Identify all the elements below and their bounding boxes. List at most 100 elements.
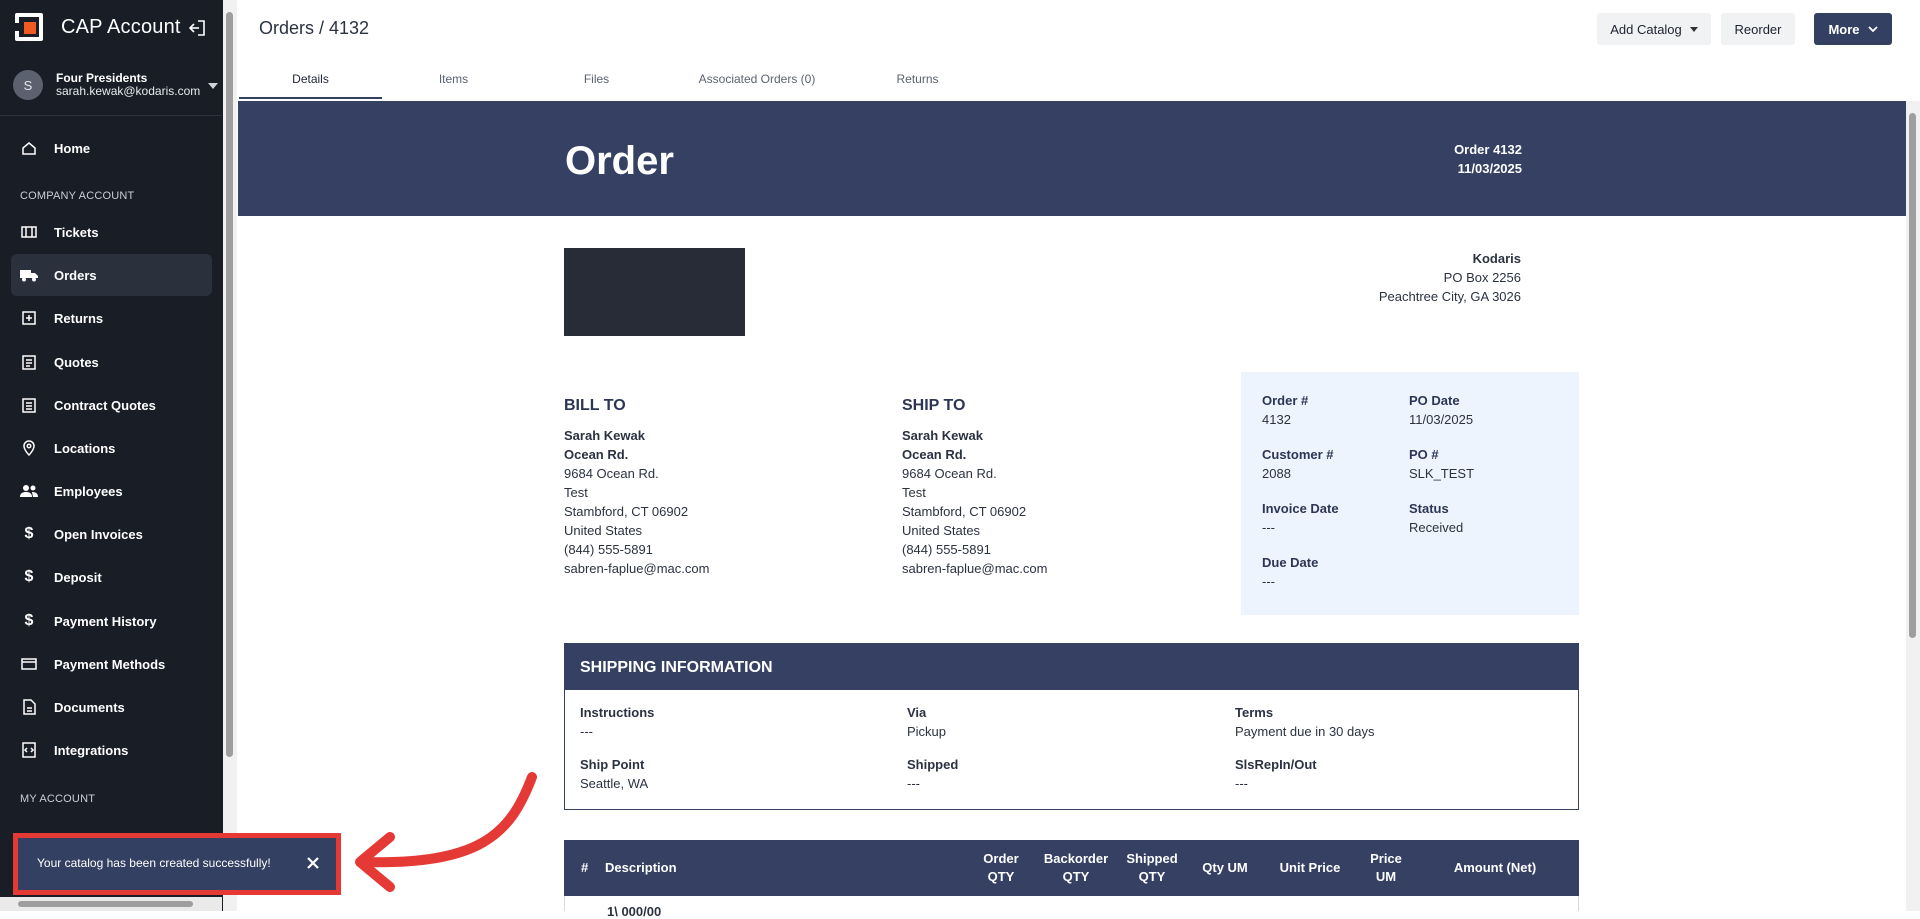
sidebar-scrollbar[interactable]	[223, 0, 237, 911]
column-header: Order QTY	[983, 851, 1019, 884]
bill-to-heading: BILL TO	[564, 397, 626, 414]
table-row[interactable]: 1\ 000/00	[564, 896, 1579, 919]
field-label: Shipped	[907, 757, 959, 772]
section-company-account: COMPANY ACCOUNT	[20, 190, 135, 202]
field-label: Ship Point	[580, 757, 645, 772]
main-content: Orders / 4132 Add Catalog Reorder More D…	[237, 0, 1920, 919]
field-value: ---	[1235, 776, 1248, 791]
field-value: ---	[580, 724, 593, 739]
slsrep-field: SlsRepIn/Out ---	[1235, 755, 1317, 793]
sidebar-item-label: Employees	[54, 483, 123, 499]
field-label: PO Date	[1409, 393, 1460, 408]
sidebar: CAP Account S Four Presidents sarah.kewa…	[0, 0, 223, 911]
section-my-account: MY ACCOUNT	[20, 793, 96, 805]
field-label: Instructions	[580, 705, 655, 720]
sidebar-item-open-invoices[interactable]: $ Open Invoices	[11, 513, 212, 555]
ticket-icon	[20, 223, 38, 241]
truck-icon	[20, 266, 38, 284]
sidebar-item-employees[interactable]: Employees	[11, 470, 212, 512]
field-label: PO #	[1409, 447, 1439, 462]
code-file-icon	[20, 741, 38, 759]
avatar: S	[13, 70, 43, 100]
dollar-icon: $	[24, 568, 34, 585]
row-description: 1\ 000/00	[607, 904, 662, 919]
toast-message: Your catalog has been created successful…	[37, 856, 271, 870]
sidebar-item-label: Open Invoices	[54, 526, 143, 542]
ship-to: SHIP TO Sarah Kewak Ocean Rd. 9684 Ocean…	[902, 396, 1047, 578]
sidebar-item-contract-quotes[interactable]: Contract Quotes	[11, 384, 212, 426]
field-value: Seattle, WA	[580, 776, 649, 791]
document-icon	[20, 698, 38, 716]
scrollbar-thumb[interactable]	[1909, 113, 1916, 638]
field-label: Customer #	[1262, 447, 1334, 462]
scrollbar-thumb[interactable]	[226, 12, 233, 757]
field-value: 11/03/2025	[1409, 412, 1474, 427]
column-header: Price UM	[1370, 851, 1402, 884]
field-value: 2088	[1262, 466, 1291, 481]
bill-to-company: Ocean Rd.	[564, 447, 629, 462]
bill-to-country: United States	[564, 523, 643, 538]
sidebar-item-deposit[interactable]: $ Deposit	[11, 556, 212, 598]
field-value: ---	[1262, 520, 1275, 535]
column-header: Unit Price	[1279, 860, 1341, 875]
map-pin-icon	[20, 439, 38, 457]
home-icon	[20, 139, 38, 157]
sidebar-item-label: Payment Methods	[54, 656, 166, 672]
credit-card-icon	[20, 655, 38, 673]
sidebar-item-tickets[interactable]: Tickets	[11, 211, 212, 253]
sidebar-item-label: Tickets	[54, 224, 99, 240]
po-date-field: PO Date 11/03/2025	[1409, 391, 1473, 429]
ship-to-phone: (844) 555-5891	[902, 542, 991, 557]
bill-to-street: 9684 Ocean Rd.	[564, 466, 659, 481]
sidebar-item-quotes[interactable]: Quotes	[11, 341, 212, 383]
sidebar-item-label: Deposit	[54, 569, 102, 585]
ship-to-heading: SHIP TO	[902, 397, 966, 414]
sidebar-item-label: Integrations	[54, 742, 129, 758]
field-label: Order #	[1262, 393, 1309, 408]
column-header: Qty UM	[1202, 860, 1248, 875]
ship-to-email: sabren-faplue@mac.com	[902, 561, 1048, 576]
user-email: sarah.kewak@kodaris.com	[56, 84, 201, 98]
invoice-date-field: Invoice Date ---	[1262, 499, 1339, 537]
sidebar-item-returns[interactable]: Returns	[11, 297, 212, 339]
user-menu[interactable]: S Four Presidents sarah.kewak@kodaris.co…	[13, 70, 218, 100]
users-icon	[20, 482, 38, 500]
sidebar-item-orders[interactable]: Orders	[11, 254, 212, 296]
status-value: Received	[1409, 520, 1464, 535]
sidebar-item-label: Returns	[54, 310, 104, 326]
brand[interactable]: CAP Account	[15, 13, 181, 41]
sidebar-item-payment-history[interactable]: $ Payment History	[11, 600, 212, 642]
main-scrollbar[interactable]	[1906, 101, 1920, 911]
sidebar-item-payment-methods[interactable]: Payment Methods	[11, 643, 212, 685]
company-address-line: Peachtree City, GA 3026	[1378, 289, 1521, 304]
column-header: Description	[605, 860, 677, 875]
chevron-down-icon[interactable]	[208, 83, 218, 89]
field-label: SlsRepIn/Out	[1235, 757, 1317, 772]
sidebar-item-integrations[interactable]: Integrations	[11, 729, 212, 771]
bill-to-line2: Test	[564, 485, 588, 500]
clipboard-icon	[20, 353, 38, 371]
bill-to-name: Sarah Kewak	[564, 428, 645, 443]
field-value: ---	[907, 776, 920, 791]
field-label: Due Date	[1262, 555, 1319, 570]
ship-point-field: Ship Point Seattle, WA	[580, 755, 648, 793]
kodaris-logo-icon	[15, 13, 43, 41]
sidebar-item-documents[interactable]: Documents	[11, 686, 212, 728]
ship-to-name: Sarah Kewak	[902, 428, 983, 443]
sidebar-item-label: Orders	[54, 267, 97, 283]
sidebar-item-home[interactable]: Home	[11, 127, 212, 169]
divider	[0, 115, 222, 116]
status-field: Status Received	[1409, 499, 1463, 537]
clipboard-list-icon	[20, 396, 38, 414]
bill-to-phone: (844) 555-5891	[564, 542, 653, 557]
due-date-field: Due Date ---	[1262, 553, 1318, 591]
company-address-line: PO Box 2256	[1443, 270, 1521, 285]
sidebar-item-locations[interactable]: Locations	[11, 427, 212, 469]
via-field: Via Pickup	[907, 703, 946, 741]
po-number-field: PO # SLK_TEST	[1409, 445, 1474, 483]
field-value: 4132	[1262, 412, 1291, 427]
logout-icon[interactable]	[188, 19, 206, 37]
scrollbar-thumb[interactable]	[18, 901, 193, 907]
column-header: Shipped QTY	[1126, 851, 1178, 884]
sidebar-horizontal-scrollbar[interactable]	[0, 897, 222, 911]
